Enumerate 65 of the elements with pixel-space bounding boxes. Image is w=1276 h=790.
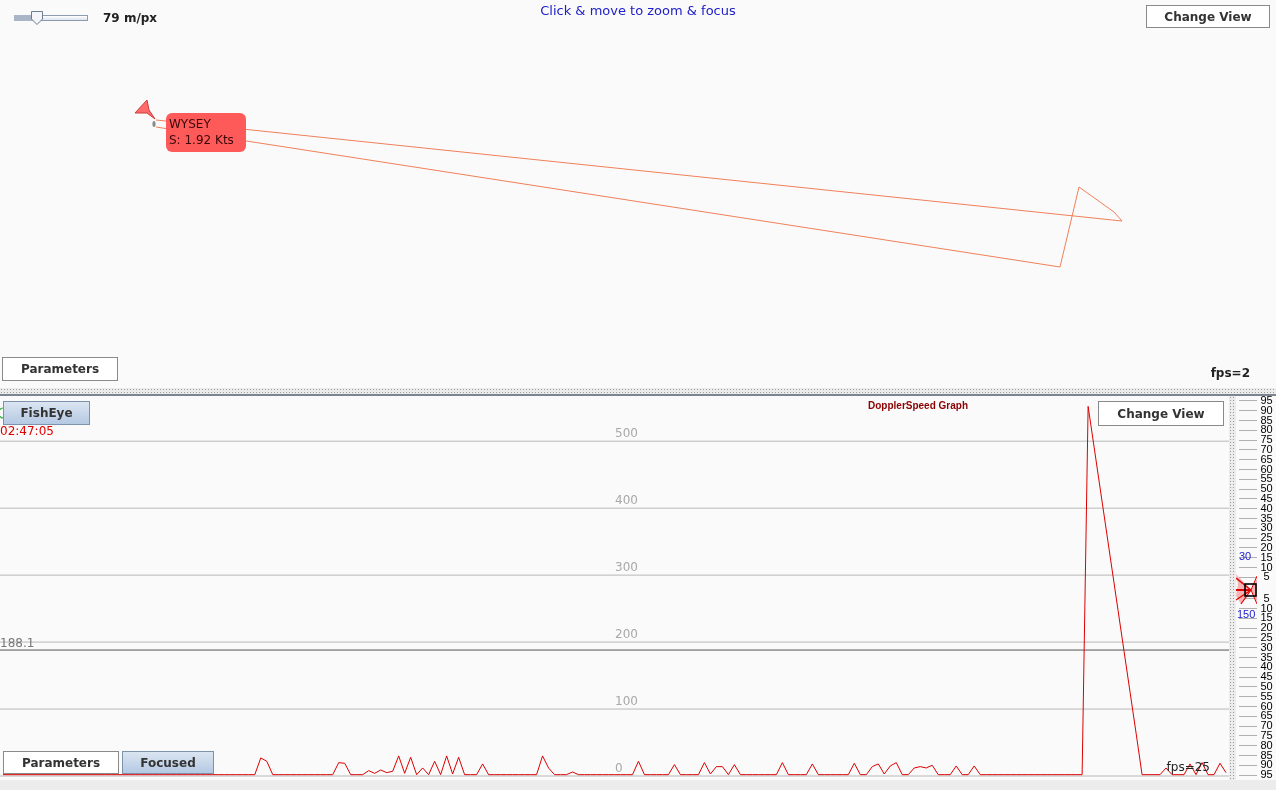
map-hint: Click & move to zoom & focus bbox=[540, 2, 736, 19]
scale-label: 5 bbox=[1262, 593, 1271, 604]
scale-label: 50 bbox=[1259, 682, 1274, 692]
polar-label: 150 bbox=[1237, 609, 1256, 619]
scale-label: 15 bbox=[1259, 613, 1274, 624]
scale-label: 35 bbox=[1259, 652, 1274, 663]
vessel-arrow-icon bbox=[134, 99, 158, 129]
scale-label: 85 bbox=[1259, 415, 1274, 426]
scale-label: 90 bbox=[1259, 760, 1274, 771]
scale-label: 75 bbox=[1259, 731, 1274, 741]
scale-label: 65 bbox=[1259, 454, 1274, 465]
scale-label: 20 bbox=[1259, 623, 1274, 634]
scale-label: 40 bbox=[1259, 662, 1274, 673]
scale-label: 5 bbox=[1263, 572, 1270, 583]
scale-label: 50 bbox=[1259, 484, 1274, 494]
fps-counter: fps=2 bbox=[1210, 366, 1250, 381]
splitter-handle[interactable] bbox=[1229, 396, 1236, 780]
vessel-speed: S: 1.92 Kts bbox=[169, 132, 235, 148]
scale-reading: 79 m/px bbox=[103, 11, 158, 25]
parameters-button[interactable]: Parameters bbox=[3, 751, 119, 774]
scale-label: 65 bbox=[1259, 711, 1274, 722]
scale-label: 60 bbox=[1259, 701, 1274, 712]
change-view-button[interactable]: Change View bbox=[1146, 5, 1270, 28]
scale-label: 90 bbox=[1259, 405, 1274, 416]
vessel-name: WYSEY bbox=[169, 116, 212, 132]
scale-label: 55 bbox=[1259, 474, 1274, 485]
change-view-button[interactable]: Change View bbox=[1098, 401, 1224, 426]
y-axis-label: 0 bbox=[615, 762, 623, 774]
scale-label: 35 bbox=[1259, 513, 1274, 524]
parameters-button[interactable]: Parameters bbox=[2, 357, 118, 381]
scale-label: 10 bbox=[1259, 562, 1274, 573]
scale-label: 70 bbox=[1259, 721, 1274, 731]
graph-title: DopplerSpeed Graph bbox=[868, 400, 968, 411]
scale-label: 10 bbox=[1259, 603, 1274, 614]
time-label: 02:47:05 bbox=[0, 425, 54, 437]
focused-button[interactable]: Focused bbox=[122, 751, 214, 774]
polar-label: 30 bbox=[1239, 551, 1252, 561]
scale-label: 30 bbox=[1259, 523, 1274, 534]
scale-label: 70 bbox=[1259, 445, 1274, 455]
scale-label: 20 bbox=[1259, 542, 1274, 553]
reference-value: 188.1 bbox=[0, 637, 35, 650]
scale-label: 30 bbox=[1259, 642, 1274, 653]
scale-label: 55 bbox=[1259, 691, 1274, 702]
scale-label: 40 bbox=[1259, 503, 1274, 514]
scale-label: 85 bbox=[1259, 750, 1274, 761]
scale-label: 95 bbox=[1259, 396, 1274, 406]
y-axis-label: 400 bbox=[615, 494, 638, 507]
slider-thumb[interactable] bbox=[30, 11, 43, 25]
y-axis-label: 200 bbox=[615, 628, 638, 641]
scale-label: 80 bbox=[1259, 740, 1274, 751]
scale-label: 60 bbox=[1259, 464, 1274, 475]
scale-label: 95 bbox=[1259, 770, 1274, 780]
y-axis-label: 300 bbox=[615, 561, 638, 574]
scale-label: 15 bbox=[1259, 552, 1274, 563]
fisheye-button[interactable]: FishEye bbox=[3, 401, 90, 425]
scale-label: 25 bbox=[1259, 533, 1274, 543]
y-axis-label: 100 bbox=[615, 695, 638, 708]
zoom-slider[interactable] bbox=[14, 11, 88, 25]
y-axis-label: 500 bbox=[615, 427, 638, 440]
splitter-handle[interactable] bbox=[0, 388, 1276, 394]
scale-label: 80 bbox=[1259, 425, 1274, 436]
scale-label: 45 bbox=[1259, 672, 1274, 683]
scale-label: 45 bbox=[1259, 493, 1274, 504]
scale-label: 75 bbox=[1259, 435, 1274, 445]
scale-label: 25 bbox=[1259, 633, 1274, 643]
